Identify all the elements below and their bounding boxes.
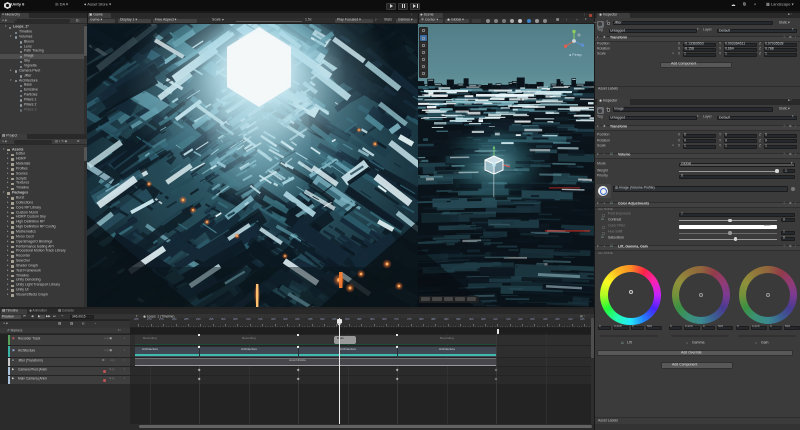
- svg-text:◄ Persp: ◄ Persp: [568, 53, 582, 57]
